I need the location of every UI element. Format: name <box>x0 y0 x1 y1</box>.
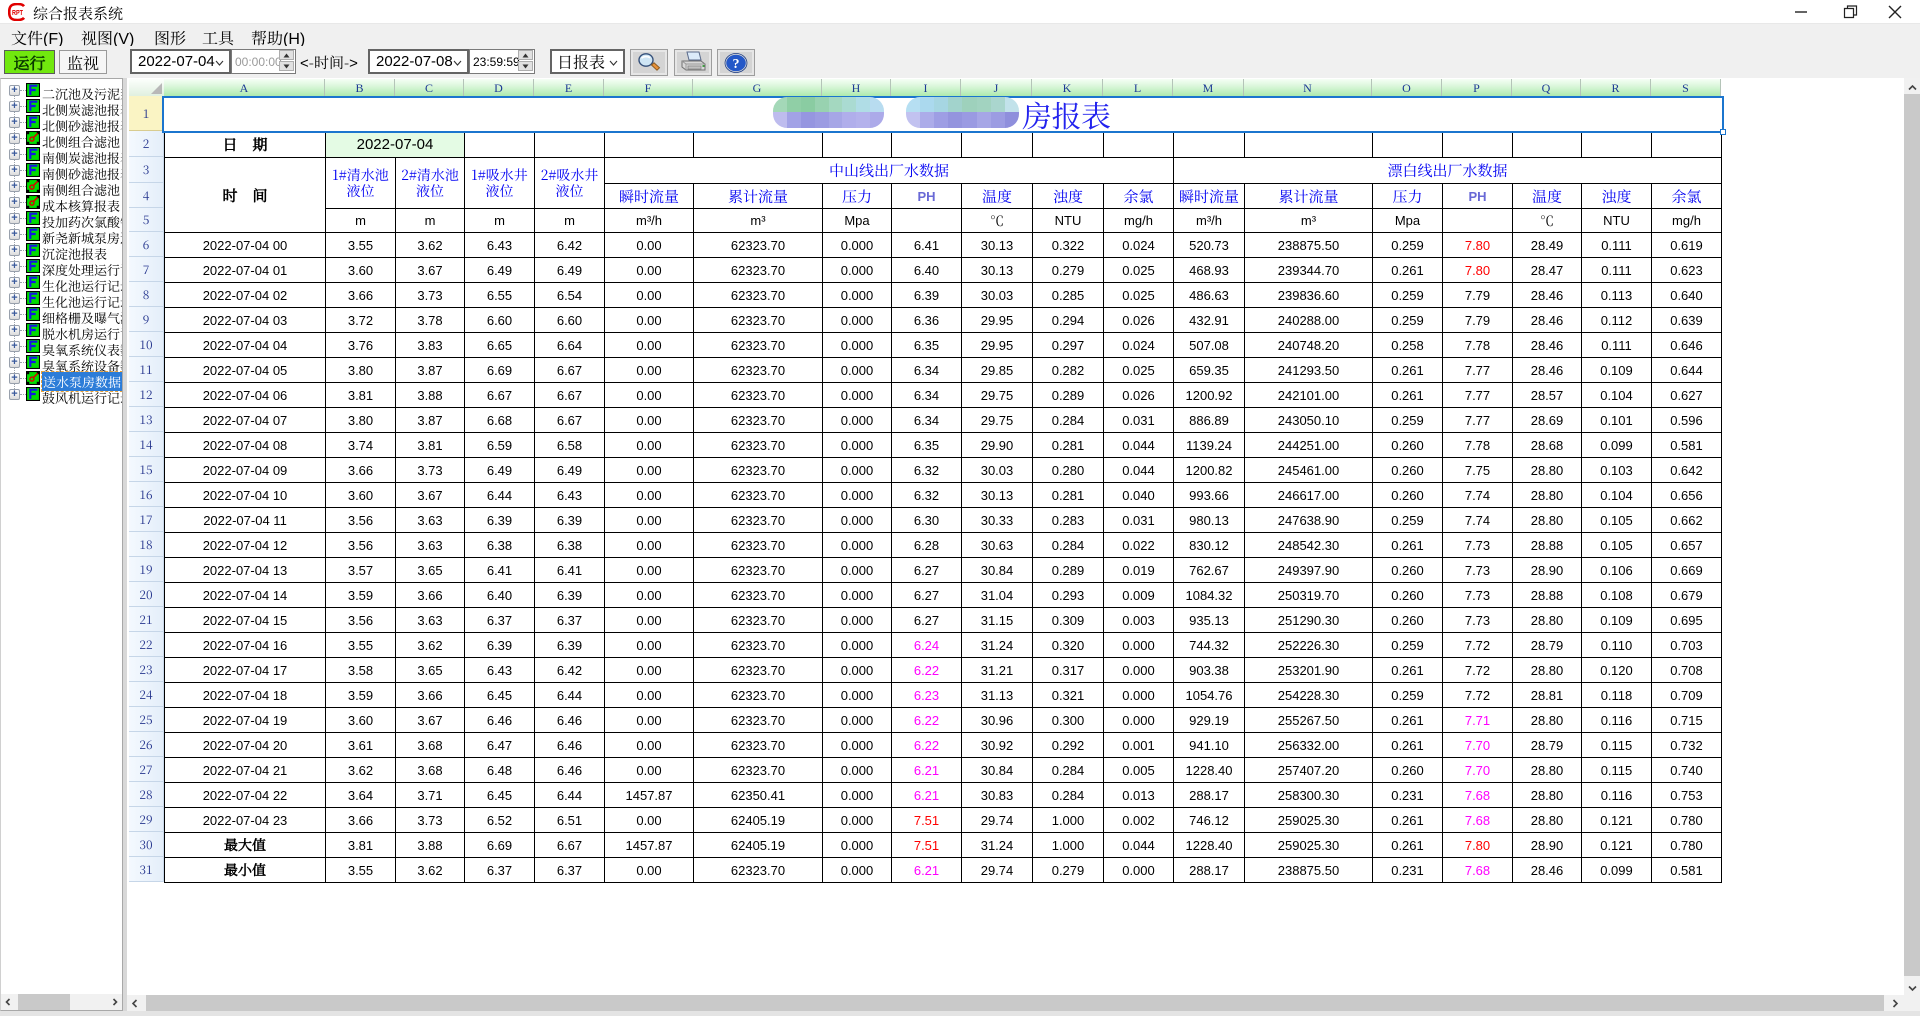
svg-text:RPT: RPT <box>12 8 23 17</box>
svg-text:?: ? <box>733 57 740 72</box>
